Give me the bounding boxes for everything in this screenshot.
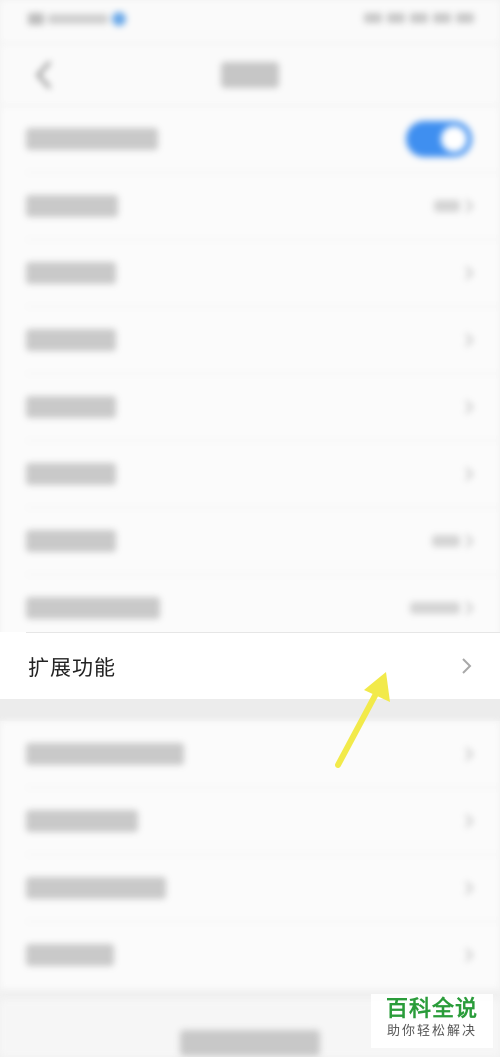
bottom-action-button[interactable] xyxy=(180,1030,320,1056)
watermark-subtitle: 助你轻松解决 xyxy=(386,1024,477,1039)
annotation-arrow xyxy=(335,672,390,768)
status-bar xyxy=(0,0,500,44)
chevron-right-icon xyxy=(465,467,474,481)
chevron-right-icon xyxy=(465,601,474,615)
settings-row-11[interactable] xyxy=(0,855,500,922)
chevron-right-icon xyxy=(465,814,474,828)
settings-row-10[interactable] xyxy=(0,788,500,855)
settings-row-3[interactable] xyxy=(0,240,500,307)
settings-row-9[interactable] xyxy=(0,721,500,788)
page-title xyxy=(221,62,279,88)
chevron-right-icon xyxy=(465,199,474,213)
chevron-right-icon xyxy=(465,400,474,414)
status-bar-carrier xyxy=(28,12,126,26)
watermark-logo: 百科全说 助你轻松解决 xyxy=(371,994,493,1048)
chevron-right-icon xyxy=(465,333,474,347)
settings-list-lower xyxy=(0,721,500,989)
chevron-right-icon xyxy=(465,534,474,548)
settings-item-extensions[interactable]: 扩展功能 xyxy=(0,632,500,699)
settings-row-12[interactable] xyxy=(0,922,500,989)
settings-row-1[interactable] xyxy=(0,106,500,173)
chevron-right-icon xyxy=(462,658,472,674)
settings-item-extensions-label: 扩展功能 xyxy=(28,656,116,680)
section-divider xyxy=(0,699,500,721)
chevron-right-icon xyxy=(465,881,474,895)
settings-row-5[interactable] xyxy=(0,374,500,441)
status-bar-indicators xyxy=(364,13,474,23)
settings-list-upper xyxy=(0,106,500,642)
settings-row-4[interactable] xyxy=(0,307,500,374)
settings-row-6[interactable] xyxy=(0,441,500,508)
settings-toggle[interactable] xyxy=(406,121,472,157)
chevron-right-icon xyxy=(465,266,474,280)
settings-row-2[interactable] xyxy=(0,173,500,240)
back-chevron-icon[interactable] xyxy=(30,58,60,92)
watermark-title: 百科全说 xyxy=(385,997,478,1022)
chevron-right-icon xyxy=(465,747,474,761)
title-bar xyxy=(0,44,500,106)
settings-row-7[interactable] xyxy=(0,508,500,575)
chevron-right-icon xyxy=(465,948,474,962)
